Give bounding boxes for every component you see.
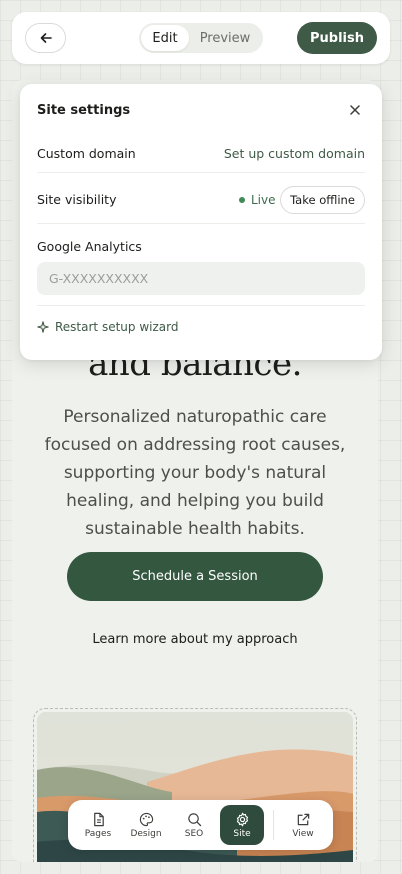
dock-label: View [292,828,314,839]
take-offline-button[interactable]: Take offline [280,186,365,214]
external-link-icon [297,813,309,825]
divider [37,223,365,224]
gear-icon [236,812,248,826]
tab-preview[interactable]: Preview [189,25,261,51]
panel-title: Site settings [37,103,131,118]
publish-button[interactable]: Publish [297,22,377,54]
close-button[interactable] [348,103,362,117]
setup-domain-link[interactable]: Set up custom domain [224,146,365,161]
restart-wizard-label: Restart setup wizard [55,320,179,334]
bottom-dock: Pages Design SEO Site View [68,800,333,850]
dock-item-pages[interactable]: Pages [76,805,120,845]
dock-label: Design [130,828,162,839]
status-dot-icon [239,197,245,203]
dock-item-site[interactable]: Site [220,805,264,845]
custom-domain-label: Custom domain [37,146,136,161]
live-status-text: Live [251,193,276,207]
close-icon [350,105,360,115]
hero-body-text[interactable]: Personalized naturopathic care focused o… [34,403,356,543]
schedule-session-button[interactable]: Schedule a Session [67,552,323,601]
arrow-left-icon [40,33,52,43]
restart-wizard-link[interactable]: Restart setup wizard [37,320,178,334]
dock-item-view[interactable]: View [281,805,325,845]
live-status: Live [239,193,276,207]
google-analytics-input[interactable] [37,262,365,295]
dock-label: Site [233,828,251,839]
editor-toolbar: Edit Preview Publish [12,12,390,64]
dock-label: SEO [184,828,204,839]
palette-icon [139,812,153,826]
search-icon [187,812,201,826]
back-button[interactable] [25,23,66,53]
mode-switch: Edit Preview [139,23,263,53]
dock-item-seo[interactable]: SEO [172,805,216,845]
dock-item-design[interactable]: Design [124,805,168,845]
site-settings-panel: Site settings Custom domain Set up custo… [20,84,382,360]
learn-more-link[interactable]: Learn more about my approach [12,632,378,647]
google-analytics-label: Google Analytics [37,239,142,254]
sparkle-icon [37,321,49,333]
site-visibility-label: Site visibility [37,192,117,207]
file-icon [93,812,104,826]
divider [37,305,365,306]
tab-edit[interactable]: Edit [141,25,189,51]
dock-label: Pages [84,828,112,839]
dock-divider [273,810,274,840]
divider [37,172,365,173]
